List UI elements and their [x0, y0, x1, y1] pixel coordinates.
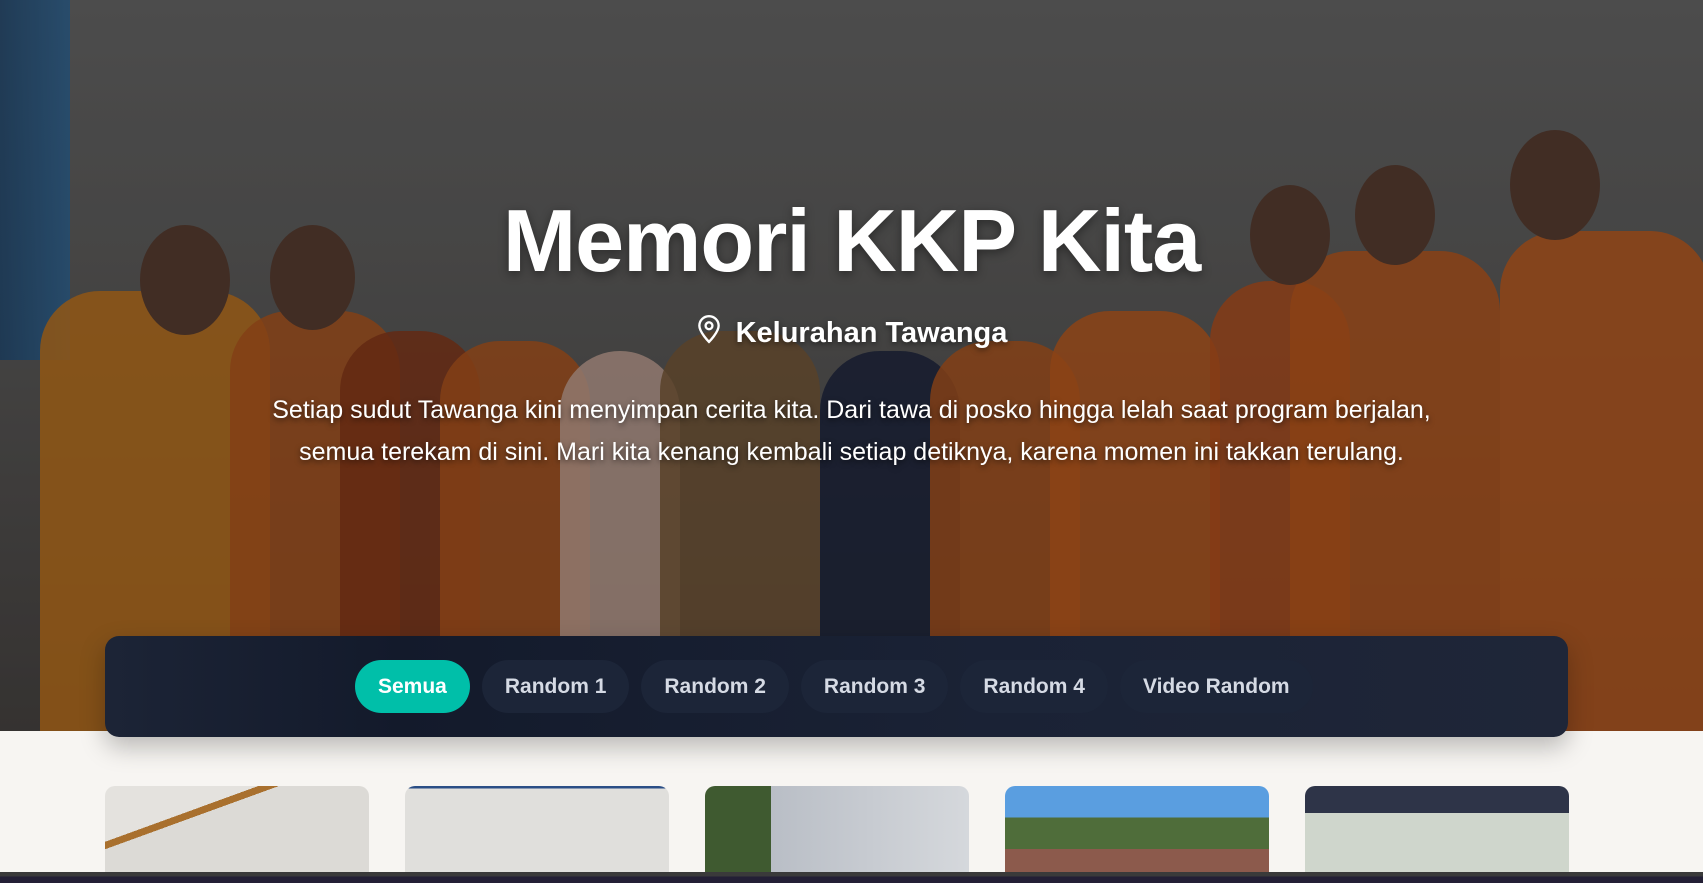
- location-label: Kelurahan Tawanga: [735, 316, 1008, 349]
- gallery-photo[interactable]: [405, 786, 669, 876]
- filter-semua[interactable]: Semua: [355, 660, 470, 713]
- filter-video-random[interactable]: Video Random: [1119, 660, 1313, 713]
- gallery-photo[interactable]: [1005, 786, 1269, 876]
- page-title: Memori KKP Kita: [502, 191, 1201, 290]
- hero-description: Setiap sudut Tawanga kini menyimpan ceri…: [272, 396, 1431, 466]
- filter-random-4[interactable]: Random 4: [960, 660, 1108, 713]
- gallery-filter-bar: Semua Random 1 Random 2 Random 3 Random …: [105, 636, 1568, 737]
- gallery-photo[interactable]: [105, 786, 369, 876]
- gallery-photo[interactable]: [1305, 786, 1569, 876]
- gallery-grid: [105, 786, 1569, 876]
- filter-random-2[interactable]: Random 2: [641, 660, 789, 713]
- gallery-photo[interactable]: [705, 786, 969, 876]
- map-pin-icon: [696, 314, 722, 352]
- hero-section: Memori KKP Kita Kelurahan Tawanga Setiap…: [0, 0, 1703, 731]
- location: Kelurahan Tawanga: [0, 314, 1703, 352]
- taskbar-edge: [0, 872, 1703, 883]
- filter-random-1[interactable]: Random 1: [481, 660, 630, 713]
- filter-random-3[interactable]: Random 3: [800, 660, 949, 713]
